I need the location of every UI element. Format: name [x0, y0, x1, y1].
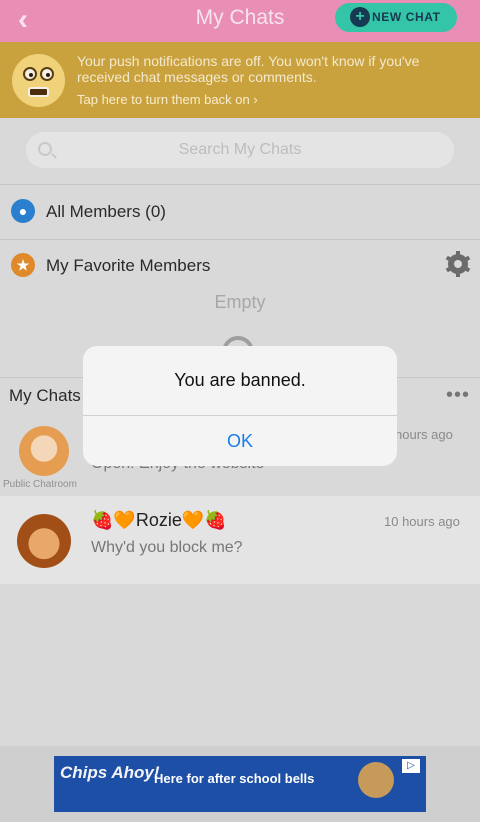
favorites-empty-text: Empty [214, 292, 266, 312]
shocked-face-icon [12, 54, 65, 107]
eye-right [40, 67, 54, 81]
search-input[interactable] [26, 132, 454, 168]
avatar [17, 514, 71, 568]
plus-icon: + [350, 7, 370, 27]
all-members-item[interactable]: All Members (0) [46, 202, 166, 222]
chat-preview: Why'd you block me? [91, 539, 243, 556]
new-chat-label: NEW CHAT [372, 10, 441, 24]
ad-bar: Chips Ahoy! Here for after school bells … [0, 746, 480, 822]
chat-row-rozie[interactable]: 🍓🧡Rozie🧡🍓 10 hours ago Why'd you block m… [0, 496, 480, 584]
cookie-image [358, 762, 394, 798]
more-dots-icon[interactable]: ••• [446, 384, 470, 407]
gear-icon[interactable] [445, 251, 471, 277]
my-chats-heading: My Chats [9, 386, 81, 405]
search-bar [0, 118, 480, 184]
alert-dialog: You are banned. OK [83, 346, 397, 466]
banner-action-link[interactable]: Tap here to turn them back on › [77, 92, 258, 107]
new-chat-button[interactable]: + NEW CHAT [335, 3, 457, 32]
favorite-members-item[interactable]: My Favorite Members [46, 256, 210, 276]
chat-name: 🍓🧡Rozie🧡🍓 [91, 510, 227, 530]
header-bar: ‹ My Chats + NEW CHAT [0, 0, 480, 42]
chat-time: hours ago [395, 427, 453, 442]
chatroom-label: Public Chatroom [3, 479, 77, 490]
search-box[interactable] [26, 132, 454, 168]
divider [0, 184, 480, 185]
star-icon: ★ [11, 253, 35, 277]
adchoices-icon[interactable]: ▷ [402, 759, 420, 773]
chat-time: 10 hours ago [384, 514, 460, 529]
ad-logo: Chips Ahoy! [60, 763, 160, 782]
divider [0, 239, 480, 240]
banner-message: Your push notifications are off. You won… [77, 53, 420, 85]
ok-button[interactable]: OK [83, 416, 397, 466]
gear-tooth [456, 251, 460, 277]
push-notification-banner[interactable]: Your push notifications are off. You won… [0, 42, 480, 118]
ad-text: Here for after school bells [154, 771, 315, 786]
mouth [28, 87, 49, 97]
eye-left [23, 67, 37, 81]
ad-banner[interactable]: Chips Ahoy! Here for after school bells … [54, 756, 426, 812]
person-icon: ● [11, 199, 35, 223]
avatar [19, 426, 69, 476]
alert-message: You are banned. [174, 370, 306, 390]
